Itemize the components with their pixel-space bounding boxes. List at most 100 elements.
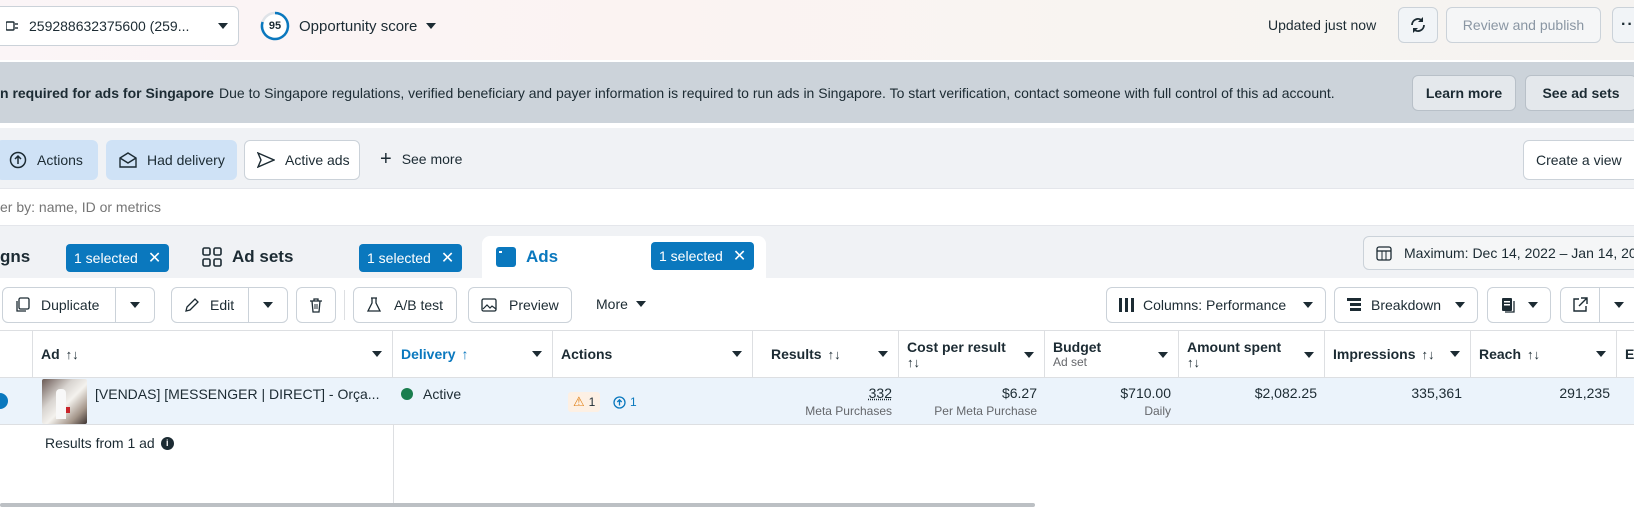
review-publish-button[interactable]: Review and publish	[1446, 7, 1601, 43]
preview-button[interactable]: Preview	[468, 287, 572, 323]
chevron-down-icon[interactable]	[732, 351, 742, 357]
create-view-button[interactable]: Create a view	[1523, 140, 1634, 180]
ad-account-icon	[5, 20, 19, 32]
column-header-reach[interactable]: Reach ↑↓	[1471, 330, 1617, 378]
filter-actions-label: Actions	[37, 152, 83, 168]
chevron-down-icon[interactable]	[372, 351, 382, 357]
impressions-value: 335,361	[1411, 385, 1462, 401]
chevron-down-icon[interactable]	[532, 351, 542, 357]
columns-icon	[1119, 298, 1135, 312]
adsets-selected-pill[interactable]: 1 selected ✕	[359, 244, 463, 272]
search-input[interactable]	[0, 196, 800, 218]
column-header-reach-label: Reach	[1479, 346, 1522, 362]
chevron-down-icon	[1303, 302, 1313, 308]
reach-cell: 291,235	[1476, 385, 1610, 401]
filter-active-ads-label: Active ads	[285, 152, 350, 168]
learn-more-button[interactable]: Learn more	[1412, 75, 1516, 111]
column-header-results[interactable]: Results ↑↓	[753, 330, 899, 378]
chevron-down-icon	[218, 23, 228, 29]
adsets-grid-icon	[202, 247, 222, 267]
export-button[interactable]	[1560, 287, 1600, 323]
ad-thumbnail	[42, 379, 87, 424]
reports-button[interactable]	[1487, 287, 1551, 323]
results-value[interactable]: 332	[760, 385, 892, 401]
ads-selected-label: 1 selected	[659, 248, 723, 264]
chevron-down-icon	[263, 302, 273, 308]
see-ad-sets-button[interactable]: See ad sets	[1525, 75, 1634, 111]
edit-button[interactable]: Edit	[171, 287, 249, 323]
reach-value: 291,235	[1559, 385, 1610, 401]
results-cell: 332 Meta Purchases	[760, 385, 892, 418]
status-dot-icon	[401, 388, 413, 400]
report-icon	[1500, 297, 1516, 313]
refresh-button[interactable]	[1398, 7, 1438, 43]
columns-button[interactable]: Columns: Performance	[1106, 287, 1326, 323]
ads-selected-pill[interactable]: 1 selected ✕	[651, 242, 755, 270]
actions-icon	[9, 151, 27, 169]
column-header-actions[interactable]: Actions	[553, 330, 753, 378]
filter-active-ads[interactable]: Active ads	[244, 140, 360, 180]
chevron-down-icon	[426, 23, 437, 29]
breakdown-button[interactable]: Breakdown	[1334, 287, 1478, 323]
chevron-down-icon	[1528, 302, 1538, 308]
campaigns-selected-label: 1 selected	[74, 250, 138, 266]
more-options-button[interactable]: ··	[1612, 7, 1634, 43]
warning-badge[interactable]: ⚠ 1	[568, 392, 601, 412]
column-header-cost-per-result[interactable]: Cost per result ↑↓	[899, 330, 1045, 378]
close-icon[interactable]: ✕	[441, 248, 454, 268]
see-more-button[interactable]: + See more	[380, 149, 463, 169]
ad-name-link[interactable]: [VENDAS] [MESSENGER | DIRECT] - Orça...	[95, 386, 379, 402]
column-header-amount-spent[interactable]: Amount spent ↑↓	[1179, 330, 1325, 378]
close-icon[interactable]: ✕	[148, 248, 161, 268]
cost-per-result-cell: $6.27 Per Meta Purchase	[905, 385, 1037, 418]
close-icon[interactable]: ✕	[733, 246, 746, 266]
updated-status: Updated just now	[1268, 17, 1377, 33]
filter-had-delivery[interactable]: Had delivery	[106, 140, 237, 180]
more-dots-icon: ··	[1621, 16, 1634, 33]
sort-icon: ↑↓	[907, 354, 920, 370]
edit-label: Edit	[210, 297, 235, 313]
recommendation-badge[interactable]: 1	[610, 392, 640, 412]
chevron-down-icon	[130, 302, 140, 308]
send-icon	[257, 152, 275, 168]
column-header-ad-label: Ad	[41, 346, 60, 362]
banner-message: Due to Singapore regulations, verified b…	[219, 85, 1335, 101]
column-header-select[interactable]	[0, 330, 33, 378]
ab-test-button[interactable]: A/B test	[353, 287, 457, 323]
chevron-down-icon[interactable]	[1158, 352, 1168, 358]
edit-dropdown-button[interactable]	[248, 287, 288, 323]
opportunity-score[interactable]: 95 Opportunity score	[260, 11, 437, 41]
chevron-down-icon[interactable]	[1304, 352, 1314, 358]
duplicate-label: Duplicate	[41, 297, 100, 313]
chevron-down-icon[interactable]	[1024, 352, 1034, 358]
export-dropdown-button[interactable]	[1599, 287, 1634, 323]
filter-actions[interactable]: Actions	[0, 140, 98, 180]
column-header-extra[interactable]: E	[1617, 330, 1634, 378]
score-label: Opportunity score	[299, 17, 418, 35]
see-more-label: See more	[401, 151, 463, 167]
horizontal-scrollbar[interactable]	[0, 503, 1035, 507]
date-range-picker[interactable]: Maximum: Dec 14, 2022 – Jan 14, 20	[1363, 236, 1634, 270]
more-button[interactable]: More	[596, 296, 646, 312]
info-icon[interactable]: i	[160, 436, 174, 450]
duplicate-dropdown-button[interactable]	[115, 287, 155, 323]
account-selector[interactable]: 259288632375600 (259...	[0, 6, 239, 46]
duplicate-button[interactable]: Duplicate	[2, 287, 116, 323]
column-header-impressions[interactable]: Impressions ↑↓	[1325, 330, 1471, 378]
results-sub: Meta Purchases	[805, 404, 892, 418]
chevron-down-icon[interactable]	[1596, 351, 1606, 357]
refresh-icon	[1409, 16, 1427, 34]
column-header-delivery-label: Delivery	[401, 346, 456, 362]
delete-button[interactable]	[296, 287, 336, 323]
trash-icon	[308, 297, 324, 313]
campaigns-selected-pill[interactable]: 1 selected ✕	[66, 244, 170, 272]
budget-cell: $710.00 Daily	[1050, 385, 1171, 418]
column-header-ad[interactable]: Ad ↑↓	[33, 330, 393, 378]
thumbnail-figure	[56, 389, 66, 419]
chevron-down-icon[interactable]	[878, 351, 888, 357]
column-header-delivery[interactable]: Delivery ↑	[393, 330, 553, 378]
search-bar[interactable]	[0, 188, 1634, 226]
column-header-budget[interactable]: Budget Ad set	[1045, 330, 1179, 378]
recommendation-icon	[613, 395, 626, 409]
chevron-down-icon[interactable]	[1450, 351, 1460, 357]
